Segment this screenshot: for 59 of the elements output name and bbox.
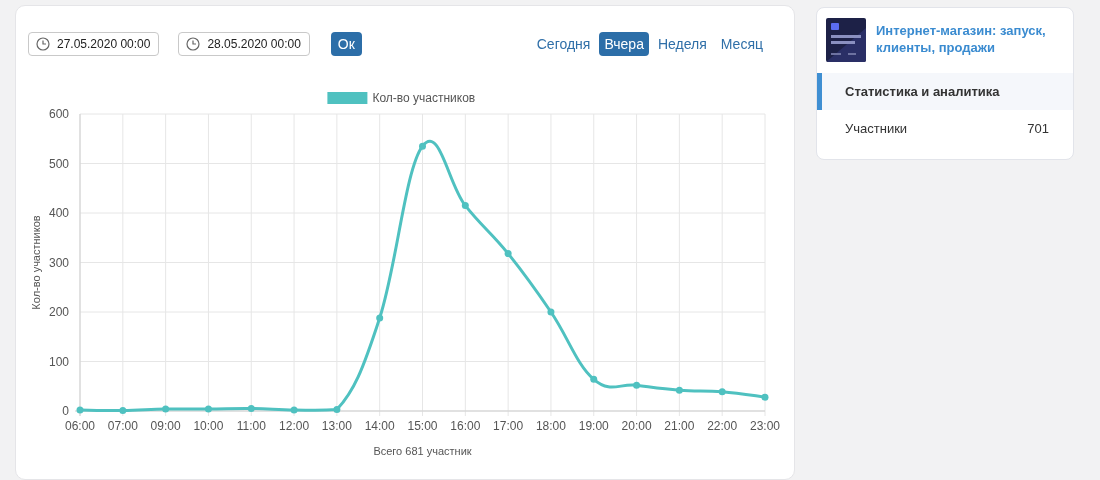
x-tick-label: 17:00	[493, 419, 524, 433]
x-tick-label: 13:00	[321, 419, 352, 433]
data-point	[461, 202, 469, 210]
x-tick-label: 15:00	[407, 419, 438, 433]
data-point	[547, 308, 555, 316]
y-tick-label: 0	[62, 404, 69, 418]
data-point	[590, 375, 598, 383]
x-tick-label: 22:00	[707, 419, 738, 433]
x-axis-label: Всего 681 участник	[373, 445, 472, 457]
x-tick-label: 23:00	[750, 419, 780, 433]
x-tick-label: 06:00	[65, 419, 95, 433]
data-point	[247, 405, 255, 413]
data-point	[204, 405, 212, 413]
menu-item[interactable]: Участники 701	[817, 110, 1073, 147]
x-tick-label: 10:00	[193, 419, 224, 433]
x-tick-label: 19:00	[578, 419, 609, 433]
ok-button[interactable]: Ок	[330, 32, 362, 56]
data-point	[290, 406, 298, 414]
data-point	[419, 142, 426, 150]
menu-label: Участники	[845, 121, 908, 136]
data-point	[162, 405, 170, 413]
data-point	[376, 314, 384, 322]
clock-icon	[186, 37, 201, 51]
x-tick-label: 20:00	[621, 419, 652, 433]
menu-label: Статистика и аналитика	[845, 84, 1000, 99]
x-tick-label: 14:00	[364, 419, 395, 433]
y-tick-label: 400	[48, 206, 69, 220]
date-from-field[interactable]: 27.05.2020 00:00	[28, 32, 160, 56]
date-to-field[interactable]: 28.05.2020 00:00	[178, 32, 310, 56]
y-axis-label: Кол-во участников	[30, 215, 42, 310]
y-tick-label: 300	[48, 255, 69, 270]
data-point	[119, 407, 127, 414]
data-point	[633, 381, 641, 389]
data-point	[504, 250, 512, 258]
clock-icon	[36, 37, 50, 51]
data-point	[675, 386, 683, 394]
period-tab[interactable]: Вчера	[599, 32, 649, 56]
x-tick-label: 18:00	[535, 419, 566, 433]
course-title[interactable]: Интернет-магазин: запуск, клиенты, продажи	[876, 22, 1063, 56]
participant-count: 701	[1027, 121, 1049, 136]
y-tick-label: 500	[48, 156, 69, 171]
data-point	[761, 393, 769, 401]
data-point	[76, 406, 84, 414]
y-tick-label: 600	[48, 107, 69, 121]
period-tab[interactable]: Сегодня	[531, 32, 596, 56]
period-tab[interactable]: Неделя	[652, 32, 712, 56]
x-tick-label: 16:00	[450, 419, 481, 433]
data-point	[333, 406, 341, 413]
data-point	[718, 388, 726, 396]
period-tab[interactable]: Месяц	[715, 32, 768, 56]
y-tick-label: 100	[48, 354, 69, 369]
x-tick-label: 11:00	[236, 419, 266, 433]
x-tick-label: 12:00	[279, 419, 310, 433]
x-tick-label: 07:00	[107, 419, 138, 433]
y-tick-label: 200	[48, 305, 69, 319]
x-tick-label: 09:00	[150, 419, 181, 433]
menu-item[interactable]: Статистика и аналитика	[817, 73, 1073, 110]
x-tick-label: 21:00	[664, 419, 695, 433]
legend-label: Кол-во участников	[372, 91, 476, 105]
